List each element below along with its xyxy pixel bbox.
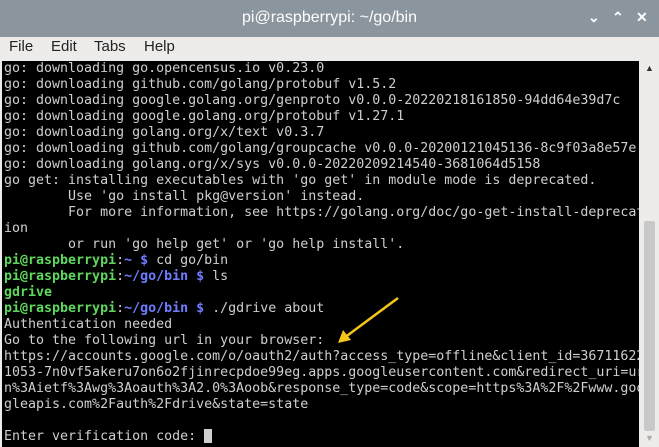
terminal-text: go: downloading golang.org/x/text v0.3.7: [4, 125, 325, 140]
terminal-text: go: downloading google.golang.org/genpro…: [4, 93, 621, 108]
terminal-text: ~/go/bin $: [124, 301, 205, 316]
terminal-text: gleapis.com%2Fauth%2Fdrive&state=state: [4, 397, 309, 412]
terminal-text: go: downloading google.golang.org/protob…: [4, 109, 405, 124]
terminal-line: pi@raspberrypi:~/go/bin $ ./gdrive about: [2, 301, 639, 317]
scrollbar-thumb[interactable]: [644, 221, 655, 431]
title-bar: pi@raspberrypi: ~/go/bin ⌄ ⌃ ✕: [0, 0, 659, 37]
terminal-text: :: [116, 269, 125, 284]
close-icon[interactable]: ✕: [636, 9, 648, 26]
scroll-up-icon[interactable]: ▲: [645, 63, 654, 73]
terminal-line: go get: installing executables with 'go …: [2, 173, 639, 189]
terminal-text: gdrive: [4, 285, 53, 300]
terminal-text: pi@raspberrypi: [4, 253, 117, 268]
terminal-text: https://accounts.google.com/o/oauth2/aut…: [4, 349, 639, 364]
terminal-line: For more information, see https://golang…: [2, 205, 639, 221]
menu-help[interactable]: Help: [144, 38, 175, 55]
terminal-line: pi@raspberrypi:~/go/bin $ ls: [2, 269, 639, 285]
terminal-line: n%3Aietf%3Awg%3Aoauth%3A2.0%3Aoob&respon…: [2, 381, 639, 397]
terminal-line: ion: [2, 221, 639, 237]
terminal-text: cd go/bin: [148, 253, 229, 268]
terminal-text: Authentication needed: [4, 317, 173, 332]
terminal-line: go: downloading github.com/golang/protob…: [2, 77, 639, 93]
terminal-line: Go to the following url in your browser:: [2, 333, 639, 349]
terminal-text: pi@raspberrypi: [4, 269, 117, 284]
scrollbar[interactable]: ▲ ▼: [640, 61, 659, 447]
terminal-line: go: downloading go.opencensus.io v0.23.0: [2, 61, 639, 77]
terminal-text: ~ $: [124, 253, 149, 268]
terminal-line: gdrive: [2, 285, 639, 301]
terminal-text: or run 'go help get' or 'go help install…: [4, 237, 405, 252]
terminal-text: :: [116, 301, 125, 316]
terminal-text: go: downloading github.com/golang/protob…: [4, 77, 397, 92]
terminal-text: Go to the following url in your browser:: [4, 333, 325, 348]
window-title: pi@raspberrypi: ~/go/bin: [242, 9, 417, 26]
terminal-text: Enter verification code:: [4, 429, 205, 444]
terminal-text: Use 'go install pkg@version' instead.: [4, 189, 365, 204]
scroll-down-icon[interactable]: ▼: [645, 433, 654, 443]
menu-file[interactable]: File: [9, 38, 33, 55]
terminal-text: pi@raspberrypi: [4, 301, 117, 316]
terminal-text: 1053-7n0vf5akeru7on6o2fjinrecpdoe99eg.ap…: [4, 365, 639, 380]
maximize-icon[interactable]: ⌃: [612, 9, 624, 26]
terminal-line: gleapis.com%2Fauth%2Fdrive&state=state: [2, 397, 639, 413]
terminal-text: go: downloading golang.org/x/sys v0.0.0-…: [4, 157, 541, 172]
terminal-line: go: downloading google.golang.org/protob…: [2, 109, 639, 125]
minimize-icon[interactable]: ⌄: [588, 9, 600, 26]
terminal-text: go: downloading go.opencensus.io v0.23.0: [4, 61, 325, 76]
terminal-text: go get: installing executables with 'go …: [4, 173, 597, 188]
terminal-text: :: [116, 253, 125, 268]
terminal-line: go: downloading github.com/golang/groupc…: [2, 141, 639, 157]
terminal-line: Authentication needed: [2, 317, 639, 333]
terminal-line: go: downloading google.golang.org/genpro…: [2, 93, 639, 109]
terminal-text: ./gdrive about: [204, 301, 325, 316]
terminal-line: pi@raspberrypi:~ $ cd go/bin: [2, 253, 639, 269]
terminal-text: ~/go/bin $: [124, 269, 205, 284]
terminal-line: go: downloading golang.org/x/sys v0.0.0-…: [2, 157, 639, 173]
terminal-text: For more information, see https://golang…: [4, 205, 639, 220]
menu-edit[interactable]: Edit: [51, 38, 77, 55]
terminal-line: or run 'go help get' or 'go help install…: [2, 237, 639, 253]
terminal-text: ion: [4, 221, 29, 236]
terminal-line: Use 'go install pkg@version' instead.: [2, 189, 639, 205]
terminal-text: go: downloading github.com/golang/groupc…: [4, 141, 637, 156]
menu-tabs[interactable]: Tabs: [94, 38, 126, 55]
terminal-text: ls: [204, 269, 229, 284]
terminal-text: n%3Aietf%3Awg%3Aoauth%3A2.0%3Aoob&respon…: [4, 381, 639, 396]
terminal-line: https://accounts.google.com/o/oauth2/aut…: [2, 349, 639, 365]
terminal-line: 1053-7n0vf5akeru7on6o2fjinrecpdoe99eg.ap…: [2, 365, 639, 381]
menu-bar: File Edit Tabs Help: [0, 37, 659, 61]
terminal-output[interactable]: go: downloading go.opencensus.io v0.23.0…: [2, 61, 639, 447]
terminal-line: Enter verification code:: [2, 429, 639, 445]
text-cursor: [204, 429, 213, 443]
terminal-line: go: downloading golang.org/x/text v0.3.7: [2, 125, 639, 141]
